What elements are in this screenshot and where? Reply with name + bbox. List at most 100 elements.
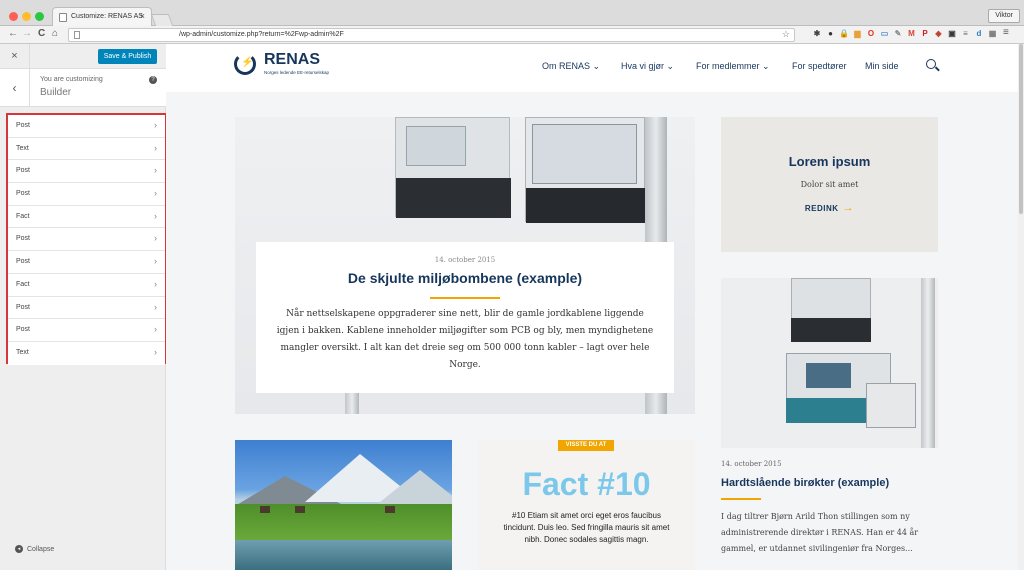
post-excerpt: Når nettselskapene oppgraderer sine nett… — [276, 309, 654, 370]
nav-item-for-spedtorer[interactable]: For spedtører — [792, 61, 847, 71]
preview-scrollbar[interactable] — [1018, 44, 1024, 570]
promo-box: Lorem ipsum Dolor sit amet REDINK → — [721, 117, 938, 252]
logo-name[interactable]: RENAS — [264, 51, 320, 69]
browser-toolbar: ← → C ⌂ /wp-admin/customize.php?return=%… — [0, 26, 1024, 44]
browser-tab[interactable]: Customize: RENAS AS × — [52, 7, 152, 26]
chevron-right-icon: › — [154, 188, 157, 199]
builder-sections-list: Post › Text › Post › Post › Fact › Post › Post › Fact ›… — [6, 113, 167, 365]
site-header: ⚡ RENAS Norges ledende EE-returselskap O… — [166, 44, 1018, 92]
chevron-right-icon: › — [154, 233, 157, 244]
nav-item-min-side[interactable]: Min side — [865, 61, 899, 71]
post-excerpt: I dag tiltrer Bjørn Arild Thon stillinge… — [721, 512, 919, 553]
nav-item-hva-vi-gjor[interactable]: Hva vi gjør ⌄ — [621, 61, 674, 72]
mail-extension-icon[interactable]: M — [907, 29, 917, 39]
promo-link[interactable]: REDINK → — [721, 202, 938, 214]
section-label: Post — [16, 167, 31, 175]
renas-logo-icon[interactable]: ⚡ — [234, 53, 256, 75]
tab-title: Customize: RENAS AS — [71, 13, 143, 20]
promo-subtitle: Dolor sit amet — [800, 180, 859, 189]
gear-extension-icon[interactable]: ✱ — [812, 29, 822, 39]
section-item-text[interactable]: Text › — [8, 137, 165, 161]
grid-extension-icon[interactable]: ▦ — [988, 29, 998, 39]
section-item-fact[interactable]: Fact › — [8, 273, 165, 297]
hero-image-meter — [395, 117, 511, 218]
post-title[interactable]: Hardtslående birøkter (example) — [721, 477, 889, 489]
lock-extension-icon[interactable]: 🔒 — [839, 29, 849, 39]
window-close-button[interactable] — [9, 12, 18, 21]
section-label: Post — [16, 303, 31, 311]
close-icon[interactable]: × — [0, 44, 30, 69]
chevron-down-icon: ⌄ — [592, 61, 601, 71]
browser-chrome: Customize: RENAS AS × Viktor ← → C ⌂ /wp… — [0, 0, 1024, 44]
fact-badge: VISSTE DU AT — [558, 440, 614, 451]
section-item-post[interactable]: Post › — [8, 160, 165, 184]
section-item-post[interactable]: Post › — [8, 183, 165, 206]
section-item-post[interactable]: Post › — [8, 251, 165, 274]
bookmark-star-icon[interactable]: ☆ — [782, 29, 790, 40]
section-label: Text — [16, 144, 29, 152]
chevron-right-icon: › — [154, 278, 157, 289]
section-label: Text — [16, 348, 29, 356]
pinterest-extension-icon[interactable]: P — [920, 29, 930, 39]
section-label: Fact — [16, 212, 30, 220]
section-item-fact[interactable]: Fact › — [8, 205, 165, 229]
promo-title: Lorem ipsum — [788, 154, 871, 169]
search-icon[interactable] — [926, 59, 936, 69]
nav-item-for-medlemmer[interactable]: For medlemmer ⌄ — [696, 61, 770, 72]
section-label: Post — [16, 235, 31, 243]
section-label: Post — [16, 258, 31, 266]
tab-bar: Customize: RENAS AS × Viktor — [0, 0, 1024, 26]
reload-icon[interactable]: C — [38, 28, 45, 39]
post-title[interactable]: De skjulte miljøbombene (example) — [256, 270, 674, 286]
customizer-info: ‹ You are customizing Builder ? — [0, 69, 166, 107]
section-item-post[interactable]: Post › — [8, 115, 165, 138]
chevron-right-icon: › — [154, 324, 157, 335]
hero-post[interactable]: 14. october 2015 De skjulte miljøbombene… — [235, 117, 695, 414]
list-extension-icon[interactable]: ≡ — [961, 29, 971, 39]
address-bar[interactable]: /wp-admin/customize.php?return=%2Fwp-adm… — [68, 28, 795, 42]
chevron-right-icon: › — [154, 210, 157, 221]
landscape-post-image[interactable] — [235, 440, 452, 570]
logo-tagline: Norges ledende EE-returselskap — [264, 70, 330, 75]
title-divider — [430, 297, 500, 299]
customizing-label: You are customizing — [40, 76, 103, 83]
section-item-post[interactable]: Post › — [8, 319, 165, 342]
save-publish-button[interactable]: Save & Publish — [98, 49, 157, 64]
opera-extension-icon[interactable]: O — [866, 29, 876, 39]
fact-box: VISSTE DU AT Fact #10 #10 Etiam sit amet… — [478, 440, 695, 570]
section-item-post[interactable]: Post › — [8, 296, 165, 320]
help-icon[interactable]: ? — [149, 76, 157, 84]
collapse-label: Collapse — [27, 545, 55, 553]
browser-menu-icon[interactable]: ≡ — [1003, 27, 1009, 38]
pocket-extension-icon[interactable]: ▭ — [880, 29, 890, 39]
circle-extension-icon[interactable]: ● — [826, 29, 836, 39]
new-tab-button[interactable] — [150, 14, 174, 26]
collapse-icon: ◂ — [15, 545, 23, 553]
profile-button[interactable]: Viktor — [988, 9, 1020, 23]
site-preview: ⚡ RENAS Norges ledende EE-returselskap O… — [166, 44, 1018, 570]
window-minimize-button[interactable] — [22, 12, 31, 21]
d-extension-icon[interactable]: d — [974, 29, 984, 39]
shield-extension-icon[interactable]: ◈ — [934, 29, 944, 39]
post-date: 14. october 2015 — [721, 460, 782, 468]
home-icon[interactable]: ⌂ — [52, 28, 58, 39]
title-divider — [721, 498, 761, 500]
forward-arrow-icon[interactable]: → — [22, 28, 32, 39]
page-favicon-icon — [59, 13, 67, 22]
side-post-image[interactable] — [721, 278, 938, 448]
collapse-button[interactable]: ◂ Collapse — [15, 545, 54, 553]
tab-close-icon[interactable]: × — [140, 11, 145, 21]
section-item-text[interactable]: Text › — [8, 341, 165, 365]
fact-title: Fact #10 — [522, 466, 651, 502]
page-icon — [74, 31, 80, 39]
window-zoom-button[interactable] — [35, 12, 44, 21]
back-chevron-icon[interactable]: ‹ — [0, 69, 30, 107]
nav-item-om-renas[interactable]: Om RENAS ⌄ — [542, 61, 600, 72]
box-extension-icon[interactable]: ▣ — [947, 29, 957, 39]
hero-image-meter — [525, 117, 646, 223]
folder-extension-icon[interactable]: ▆ — [853, 29, 863, 39]
puzzle-extension-icon[interactable]: ✎ — [893, 29, 903, 39]
section-label: Fact — [16, 280, 30, 288]
section-item-post[interactable]: Post › — [8, 228, 165, 252]
back-arrow-icon[interactable]: ← — [8, 28, 18, 39]
